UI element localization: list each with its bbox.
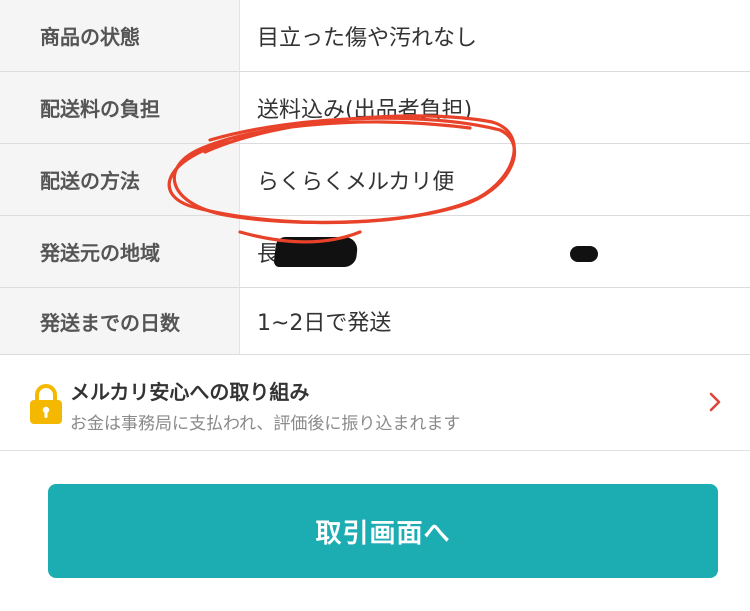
- safety-title: メルカリ安心への取り組み: [70, 380, 310, 404]
- redaction-mark: [273, 236, 359, 267]
- detail-label: 発送までの日数: [0, 288, 240, 354]
- detail-row-condition: 商品の状態 目立った傷や汚れなし: [0, 0, 750, 72]
- detail-label: 配送の方法: [0, 144, 240, 215]
- lock-icon: [30, 384, 62, 424]
- product-detail-table: 商品の状態 目立った傷や汚れなし 配送料の負担 送料込み(出品者負担) 配送の方…: [0, 0, 750, 355]
- detail-value: らくらくメルカリ便: [257, 169, 455, 195]
- safety-description: お金は事務局に支払われ、評価後に振り込まれます: [70, 414, 461, 434]
- detail-row-days-to-ship: 発送までの日数 1~2日で発送: [0, 288, 750, 355]
- chevron-right-icon: [709, 392, 721, 412]
- detail-label: 配送料の負担: [0, 72, 240, 143]
- detail-value: 1~2日で発送: [257, 311, 392, 336]
- redaction-mark: [570, 246, 598, 262]
- detail-row-shipping-fee: 配送料の負担 送料込み(出品者負担): [0, 72, 750, 144]
- detail-value: 送料込み(出品者負担): [257, 97, 473, 123]
- detail-row-shipping-method: 配送の方法 らくらくメルカリ便: [0, 144, 750, 216]
- detail-value: 目立った傷や汚れなし: [257, 25, 478, 51]
- detail-label: 発送元の地域: [0, 216, 240, 287]
- go-to-transaction-button[interactable]: 取引画面へ: [48, 484, 718, 578]
- mercari-safety-banner[interactable]: メルカリ安心への取り組み お金は事務局に支払われ、評価後に振り込まれます: [0, 356, 750, 451]
- detail-row-ship-from-region: 発送元の地域 長: [0, 216, 750, 288]
- detail-value: 長: [240, 216, 750, 287]
- detail-label: 商品の状態: [0, 0, 240, 71]
